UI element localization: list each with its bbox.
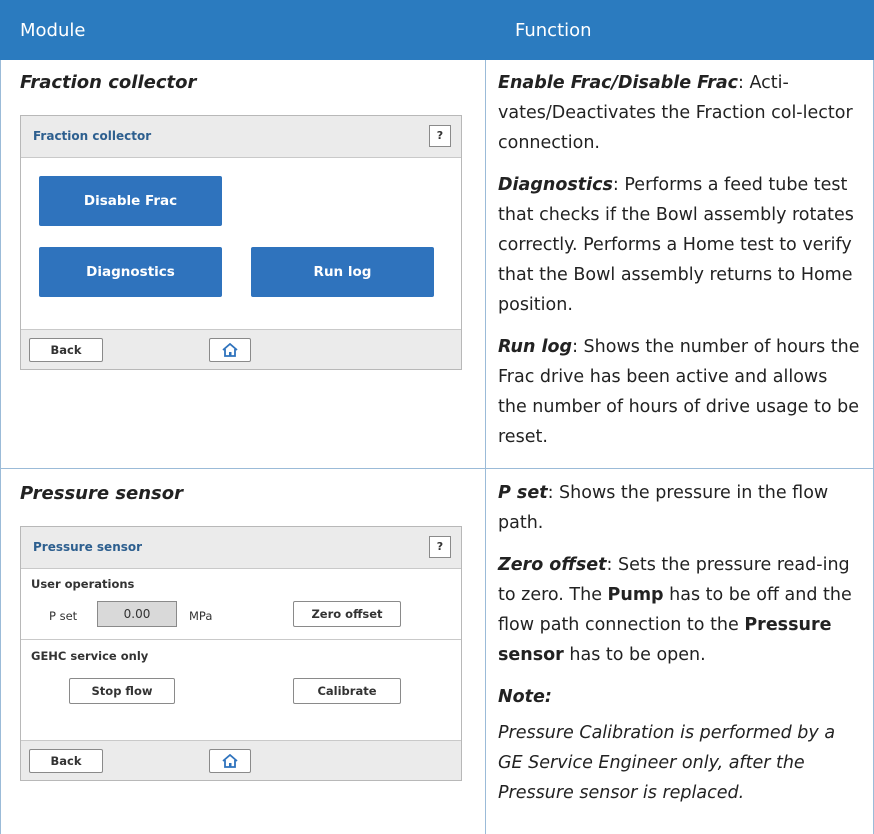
term-enable-frac: Enable Frac/Disable Frac — [498, 73, 739, 93]
column-divider — [485, 60, 486, 834]
desc-run-log: Run log: Shows the number of hours the F… — [498, 332, 860, 452]
fraction-collector-screen: Fraction collector ? Disable Frac Diagno… — [20, 115, 462, 370]
screen-bottom-bar: Back — [21, 740, 461, 780]
module-function-table: Module Function Fraction collector Fract… — [0, 0, 874, 834]
p-set-label: P set — [49, 609, 78, 623]
note-heading: Note: — [498, 687, 552, 707]
table-border-left — [0, 60, 1, 834]
desc-zero-offset: Zero offset: Sets the pressure read-ing … — [498, 550, 860, 670]
home-button[interactable] — [209, 749, 251, 773]
module-title-fraction-collector: Fraction collector — [20, 72, 197, 93]
term-diagnostics: Diagnostics — [498, 175, 613, 195]
desc-diagnostics: Diagnostics: Performs a feed tube test t… — [498, 170, 860, 320]
section-divider — [21, 639, 461, 640]
pressure-sensor-description: P set: Shows the pressure in the flow pa… — [498, 478, 860, 808]
screen-title-bar: Pressure sensor ? — [21, 527, 461, 569]
screen-title: Fraction collector — [33, 129, 152, 143]
home-button[interactable] — [209, 338, 251, 362]
back-button[interactable]: Back — [29, 338, 103, 362]
desc-p-set: P set: Shows the pressure in the flow pa… — [498, 478, 860, 538]
module-title-pressure-sensor: Pressure sensor — [20, 483, 184, 504]
home-icon — [222, 754, 238, 768]
term-p-set: P set — [498, 483, 548, 503]
column-header-function: Function — [515, 20, 592, 41]
help-button[interactable]: ? — [429, 536, 451, 558]
user-operations-label: User operations — [31, 577, 135, 591]
home-icon — [222, 343, 238, 357]
text-diagnostics: : Performs a feed tube test that checks … — [498, 175, 854, 315]
screen-title: Pressure sensor — [33, 540, 143, 554]
back-button[interactable]: Back — [29, 749, 103, 773]
zero-offset-button[interactable]: Zero offset — [293, 601, 401, 627]
unit-label: MPa — [189, 609, 213, 623]
text-zero-offset-3: has to be open. — [563, 645, 706, 665]
term-zero-offset: Zero offset — [498, 555, 607, 575]
pressure-sensor-screen: Pressure sensor ? User operations P set … — [20, 526, 462, 781]
disable-frac-button[interactable]: Disable Frac — [39, 176, 222, 226]
term-pump: Pump — [607, 585, 664, 605]
diagnostics-button[interactable]: Diagnostics — [39, 247, 222, 297]
run-log-button[interactable]: Run log — [251, 247, 434, 297]
gehc-service-label: GEHC service only — [31, 649, 149, 663]
note-text: Pressure Calibration is performed by a G… — [498, 723, 836, 803]
help-button[interactable]: ? — [429, 125, 451, 147]
table-header: Module Function — [0, 0, 874, 60]
screen-bottom-bar: Back — [21, 329, 461, 369]
column-header-module: Module — [20, 20, 86, 41]
row-divider — [0, 468, 874, 469]
screen-title-bar: Fraction collector ? — [21, 116, 461, 158]
p-set-value-field: 0.00 — [97, 601, 177, 627]
stop-flow-button[interactable]: Stop flow — [69, 678, 175, 704]
fraction-collector-description: Enable Frac/Disable Frac: Acti-vates/Dea… — [498, 68, 860, 464]
text-p-set: : Shows the pressure in the flow path. — [498, 483, 829, 533]
term-run-log: Run log — [498, 337, 573, 357]
desc-enable-frac: Enable Frac/Disable Frac: Acti-vates/Dea… — [498, 68, 860, 158]
calibrate-button[interactable]: Calibrate — [293, 678, 401, 704]
